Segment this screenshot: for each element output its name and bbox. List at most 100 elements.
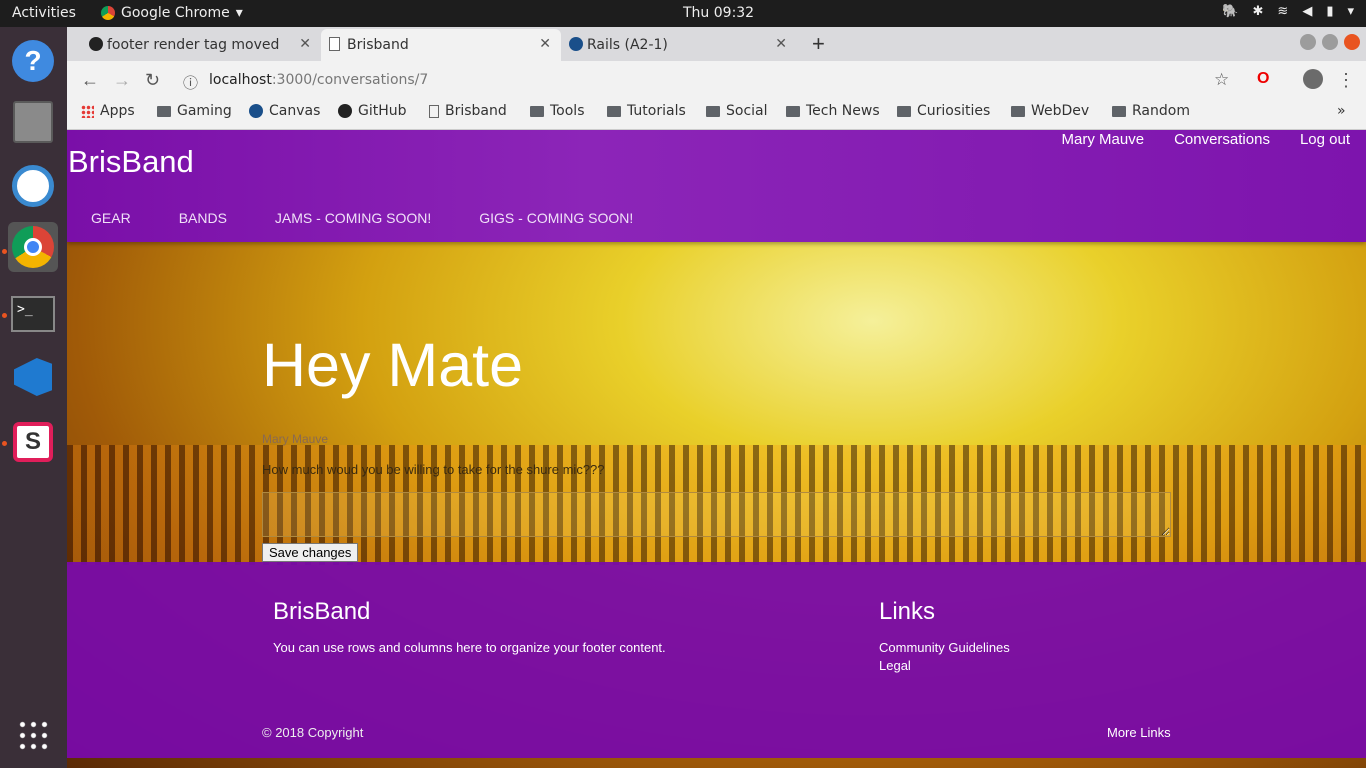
- folder-icon: [530, 105, 544, 117]
- chrome-icon[interactable]: [8, 222, 58, 272]
- github-icon: [89, 37, 103, 51]
- bookmark-tutorials[interactable]: Tutorials: [607, 103, 686, 119]
- url-host: localhost: [209, 72, 272, 88]
- app-menu[interactable]: Google Chrome ▾: [101, 5, 243, 21]
- clock[interactable]: Thu 09:32: [683, 5, 754, 21]
- new-tab-button[interactable]: +: [812, 31, 825, 57]
- bookmark-label: WebDev: [1031, 103, 1090, 119]
- footer-copyright: © 2018 Copyright: [262, 725, 364, 740]
- site-header: BrisBand Mary Mauve Conversations Log ou…: [67, 130, 1366, 242]
- minimize-button[interactable]: [1300, 34, 1316, 50]
- nav-logout-link[interactable]: Log out: [1300, 131, 1350, 148]
- bookmark-brisband[interactable]: Brisband: [429, 103, 507, 119]
- bookmark-label: Gaming: [177, 103, 232, 119]
- close-icon[interactable]: ✕: [299, 36, 311, 52]
- app-menu-label: Google Chrome: [121, 5, 230, 21]
- menu-jams[interactable]: JAMS - COMING SOON!: [275, 210, 431, 226]
- slack-icon[interactable]: S: [8, 417, 58, 467]
- close-icon[interactable]: ✕: [539, 36, 551, 52]
- nav-user-link[interactable]: Mary Mauve: [1062, 131, 1145, 148]
- avatar[interactable]: [1303, 69, 1323, 89]
- opera-icon[interactable]: O: [1257, 70, 1269, 88]
- menu-gigs[interactable]: GIGS - COMING SOON!: [479, 210, 633, 226]
- running-indicator: [2, 441, 7, 446]
- forward-icon[interactable]: →: [113, 70, 131, 91]
- footer-more-links[interactable]: More Links: [1107, 725, 1171, 740]
- tab-footer[interactable]: footer render tag moved ✕: [81, 29, 321, 61]
- star-icon[interactable]: ☆: [1214, 70, 1229, 90]
- volume-icon[interactable]: ◀: [1302, 4, 1312, 19]
- tab-rails[interactable]: Rails (A2-1) ✕: [561, 29, 797, 61]
- page-icon: [429, 104, 439, 118]
- window-controls: [1300, 34, 1360, 50]
- canvas-icon: [249, 104, 263, 118]
- bookmark-webdev[interactable]: WebDev: [1011, 103, 1089, 119]
- menu-bands[interactable]: BANDS: [179, 210, 227, 226]
- chrome-small-icon: [101, 6, 115, 20]
- postgres-icon[interactable]: 🐘: [1222, 4, 1238, 19]
- folder-icon: [157, 105, 171, 117]
- bookmark-tools[interactable]: Tools: [530, 103, 585, 119]
- message-sender: Mary Mauve: [262, 432, 329, 446]
- close-icon[interactable]: ✕: [775, 36, 787, 52]
- activities-button[interactable]: Activities: [12, 5, 76, 21]
- system-top-bar: Activities Google Chrome ▾ Thu 09:32 🐘 ✱…: [0, 0, 1366, 27]
- bookmark-curiosities[interactable]: Curiosities: [897, 103, 990, 119]
- footer-brand: BrisBand: [273, 598, 371, 625]
- apps-grid-icon: [81, 104, 94, 118]
- footer-link-legal[interactable]: Legal: [879, 658, 911, 673]
- help-icon[interactable]: ?: [8, 36, 58, 86]
- battery-icon[interactable]: ▮: [1326, 4, 1333, 19]
- folder-icon: [706, 105, 720, 117]
- bookmark-label: Canvas: [269, 103, 321, 119]
- conversation-title: Hey Mate: [262, 331, 524, 399]
- bookmark-tech-news[interactable]: Tech News: [786, 103, 880, 119]
- user-nav: Mary Mauve Conversations Log out: [1062, 131, 1350, 148]
- bookmarks-overflow-icon[interactable]: »: [1337, 103, 1346, 119]
- nav-conversations-link[interactable]: Conversations: [1174, 131, 1270, 148]
- footer-link-guidelines[interactable]: Community Guidelines: [879, 640, 1010, 655]
- bookmark-label: Brisband: [445, 103, 507, 119]
- reply-textarea[interactable]: [262, 492, 1171, 537]
- terminal-icon[interactable]: >_: [8, 289, 58, 339]
- info-icon[interactable]: ⓘ: [183, 72, 198, 93]
- system-tray[interactable]: 🐘 ✱ ≋ ◀ ▮ ▾: [1222, 4, 1354, 19]
- file-manager-icon[interactable]: [8, 97, 58, 147]
- site-brand[interactable]: BrisBand: [68, 144, 194, 180]
- canvas-icon: [569, 37, 583, 51]
- folder-icon: [786, 105, 800, 117]
- menu-gear[interactable]: GEAR: [91, 210, 131, 226]
- web-page: BrisBand Mary Mauve Conversations Log ou…: [67, 130, 1366, 768]
- bookmark-random[interactable]: Random: [1112, 103, 1190, 119]
- bookmark-label: Curiosities: [917, 103, 991, 119]
- show-apps-icon[interactable]: [8, 710, 58, 760]
- wifi-icon[interactable]: ≋: [1277, 4, 1288, 19]
- reload-icon[interactable]: ↻: [145, 70, 160, 91]
- bookmark-gaming[interactable]: Gaming: [157, 103, 232, 119]
- tab-brisband[interactable]: Brisband ✕: [321, 29, 561, 61]
- bookmark-apps[interactable]: Apps: [81, 103, 135, 119]
- maximize-button[interactable]: [1322, 34, 1338, 50]
- tab-strip: footer render tag moved ✕ Brisband ✕ Rai…: [67, 27, 1366, 61]
- message-body: How much woud you be willing to take for…: [262, 462, 605, 477]
- menu-icon[interactable]: ⋮: [1337, 70, 1355, 91]
- bookmark-label: GitHub: [358, 103, 407, 119]
- chevron-down-icon[interactable]: ▾: [1347, 4, 1354, 19]
- address-bar[interactable]: localhost:3000/conversations/7: [209, 66, 1269, 94]
- running-indicator: [2, 313, 7, 318]
- back-icon[interactable]: ←: [81, 70, 99, 91]
- page-icon: [329, 37, 340, 51]
- simplenote-icon[interactable]: [8, 161, 58, 211]
- vscode-icon[interactable]: [8, 352, 58, 402]
- bookmark-canvas[interactable]: Canvas: [249, 103, 320, 119]
- footer-links-title: Links: [879, 598, 936, 625]
- bookmark-label: Tutorials: [627, 103, 686, 119]
- settings-icon[interactable]: ✱: [1253, 4, 1264, 19]
- github-icon: [338, 104, 352, 118]
- folder-icon: [1011, 105, 1025, 117]
- save-changes-button[interactable]: Save changes: [262, 543, 359, 562]
- bookmark-github[interactable]: GitHub: [338, 103, 407, 119]
- bookmark-social[interactable]: Social: [706, 103, 768, 119]
- folder-icon: [607, 105, 621, 117]
- window-close-button[interactable]: [1344, 34, 1360, 50]
